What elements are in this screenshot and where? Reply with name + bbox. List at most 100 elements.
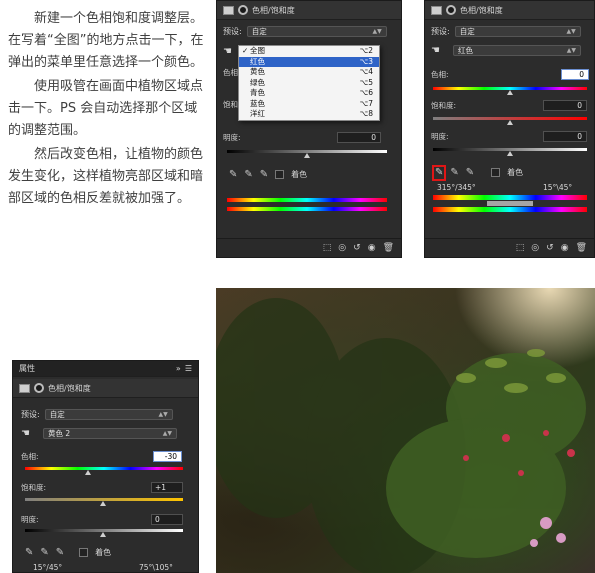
saturation-value[interactable]: 0 — [543, 100, 587, 111]
channel-dropdown-menu[interactable]: ✓ 全图 ⌥2 红色 ⌥3 黄色 ⌥4 绿色 ⌥5 青色 ⌥6 蓝色 ⌥7 洋红 ⌥8 — [238, 45, 380, 121]
panel-collapse-icon[interactable]: » — [176, 364, 181, 373]
colorize-checkbox[interactable] — [275, 170, 285, 179]
menu-item-shortcut: ⌥8 — [359, 109, 373, 118]
paragraph-1: 新建一个色相饱和度调整层。在写着“全图”的地方点击一下，在弹出的菜单里任意选择一… — [8, 11, 204, 70]
channel-select[interactable]: 黄色 2 ▲▼ — [42, 428, 177, 439]
menu-item-shortcut: ⌥6 — [359, 88, 373, 97]
menu-item-reds[interactable]: 红色 ⌥3 — [239, 56, 379, 67]
panel-menu-icon[interactable]: ☰ — [185, 364, 192, 373]
clip-to-layer-icon[interactable]: ⬚ — [323, 243, 332, 253]
input-spectrum-bar — [433, 195, 587, 200]
lightness-label: 明度: — [431, 132, 449, 141]
eyedropper-plus-icon[interactable]: ✎ — [450, 167, 458, 178]
panel-title: 色相/饱和度 — [48, 383, 91, 393]
input-spectrum-bar — [227, 198, 387, 202]
lightness-slider-thumb[interactable] — [100, 532, 106, 537]
menu-item-shortcut: ⌥3 — [359, 56, 373, 66]
preset-value: 自定 — [251, 27, 267, 36]
menu-item-label: 红色 — [250, 56, 265, 66]
target-adjust-hand-icon[interactable]: ☚ — [431, 45, 440, 56]
range-selector[interactable] — [487, 201, 533, 206]
adjustment-layer-icon — [223, 5, 234, 15]
hue-value[interactable]: -30 — [153, 451, 182, 462]
lightness-slider-thumb[interactable] — [304, 153, 310, 158]
range-left-degrees: 15°/45° — [33, 563, 63, 572]
reset-icon[interactable]: ↺ — [546, 243, 554, 253]
preset-select[interactable]: 自定 ▲▼ — [454, 26, 581, 37]
select-arrow-icon: ▲▼ — [372, 28, 382, 35]
hue-value[interactable]: 0 — [561, 69, 589, 80]
view-previous-icon[interactable]: ◎ — [531, 243, 539, 253]
menu-item-blues[interactable]: 蓝色 ⌥7 — [239, 99, 379, 110]
menu-item-label: 洋红 — [250, 109, 265, 118]
eyedropper-minus-icon[interactable]: ✎ — [56, 547, 64, 558]
range-right-degrees: 75°\105° — [139, 563, 173, 572]
select-arrow-icon: ▲▼ — [158, 411, 168, 418]
menu-item-yellows[interactable]: 黄色 ⌥4 — [239, 67, 379, 78]
eyedropper-minus-icon[interactable]: ✎ — [260, 169, 268, 180]
panel-footer: ⬚ ◎ ↺ ◉ 🗑 — [217, 238, 401, 257]
select-arrow-icon: ▲▼ — [566, 47, 576, 54]
preset-value: 自定 — [459, 27, 475, 36]
preset-select[interactable]: 自定 ▲▼ — [246, 26, 387, 37]
hue-saturation-panel-menu: 色相/饱和度 预设: 自定 ▲▼ ☚ 色相 饱和 明度: 0 ✎ ✎ ✎ 着色 ⬚… — [216, 0, 402, 258]
menu-item-cyans[interactable]: 青色 ⌥6 — [239, 88, 379, 99]
colorize-checkbox[interactable] — [491, 168, 501, 177]
channel-select[interactable]: 红色 ▲▼ — [452, 45, 581, 56]
panel-title: 色相/饱和度 — [252, 5, 295, 15]
menu-item-label: 蓝色 — [250, 98, 265, 108]
target-adjust-hand-icon[interactable]: ☚ — [223, 46, 232, 57]
menu-item-shortcut: ⌥2 — [359, 46, 373, 55]
hue-label: 色相: — [21, 452, 39, 461]
eyedropper-icon[interactable]: ✎ — [25, 547, 33, 558]
trash-icon[interactable]: 🗑 — [576, 243, 587, 253]
saturation-slider-thumb[interactable] — [100, 501, 106, 506]
channel-value: 黄色 2 — [47, 429, 71, 438]
lightness-slider-thumb[interactable] — [507, 151, 513, 156]
lightness-value[interactable]: 0 — [151, 514, 183, 525]
preset-select[interactable]: 自定 ▲▼ — [44, 409, 173, 420]
lightness-label: 明度: — [21, 515, 39, 524]
hue-label: 色相: — [431, 70, 449, 79]
properties-panel: 属性 » ☰ 色相/饱和度 预设: 自定 ▲▼ ☚ 黄色 2 ▲▼ 色相: -30 … — [12, 360, 199, 573]
lightness-value[interactable]: 0 — [337, 132, 381, 143]
preset-label: 预设: — [431, 27, 450, 36]
hue-label: 色相 — [223, 68, 238, 77]
menu-item-label: 全图 — [250, 46, 265, 55]
paragraph-2: 使用吸管在画面中植物区域点击一下。PS 会自动选择那个区域的调整范围。 — [8, 79, 204, 138]
eyedropper-plus-icon[interactable]: ✎ — [40, 547, 48, 558]
mask-icon — [238, 5, 248, 15]
menu-item-shortcut: ⌥5 — [359, 77, 373, 87]
menu-item-magentas[interactable]: 洋红 ⌥8 — [239, 109, 379, 120]
saturation-slider-thumb[interactable] — [507, 120, 513, 125]
hue-slider-thumb[interactable] — [85, 470, 91, 475]
colorize-label: 着色 — [291, 170, 308, 179]
article-text: 新建一个色相饱和度调整层。在写着“全图”的地方点击一下，在弹出的菜单里任意选择一… — [8, 8, 204, 212]
panel-header: 色相/饱和度 — [13, 379, 198, 398]
hue-slider[interactable] — [25, 467, 183, 470]
eye-icon[interactable]: ◉ — [368, 243, 376, 253]
menu-item-shortcut: ⌥7 — [359, 98, 373, 108]
lightness-value[interactable]: 0 — [543, 131, 587, 142]
panel-header: 色相/饱和度 — [217, 1, 401, 20]
properties-tab[interactable]: 属性 — [19, 363, 35, 374]
eyedropper-icon[interactable]: ✎ — [431, 164, 447, 181]
panel-header: 色相/饱和度 — [425, 1, 594, 20]
menu-item-greens[interactable]: 绿色 ⌥5 — [239, 78, 379, 89]
clip-to-layer-icon[interactable]: ⬚ — [516, 243, 525, 253]
eyedropper-minus-icon[interactable]: ✎ — [466, 167, 474, 178]
trash-icon[interactable]: 🗑 — [383, 243, 394, 253]
colorize-label: 着色 — [507, 168, 524, 177]
eyedropper-plus-icon[interactable]: ✎ — [244, 169, 252, 180]
saturation-value[interactable]: +1 — [151, 482, 183, 493]
menu-item-label: 绿色 — [250, 77, 265, 87]
eye-icon[interactable]: ◉ — [561, 243, 569, 253]
view-previous-icon[interactable]: ◎ — [338, 243, 346, 253]
reset-icon[interactable]: ↺ — [353, 243, 361, 253]
eyedropper-icon[interactable]: ✎ — [229, 169, 237, 180]
target-adjust-hand-icon[interactable]: ☚ — [21, 428, 30, 439]
colorize-checkbox[interactable] — [79, 548, 89, 557]
hue-slider-thumb[interactable] — [507, 90, 513, 95]
menu-item-master[interactable]: ✓ 全图 ⌥2 — [239, 46, 379, 57]
colorize-label: 着色 — [95, 548, 112, 557]
